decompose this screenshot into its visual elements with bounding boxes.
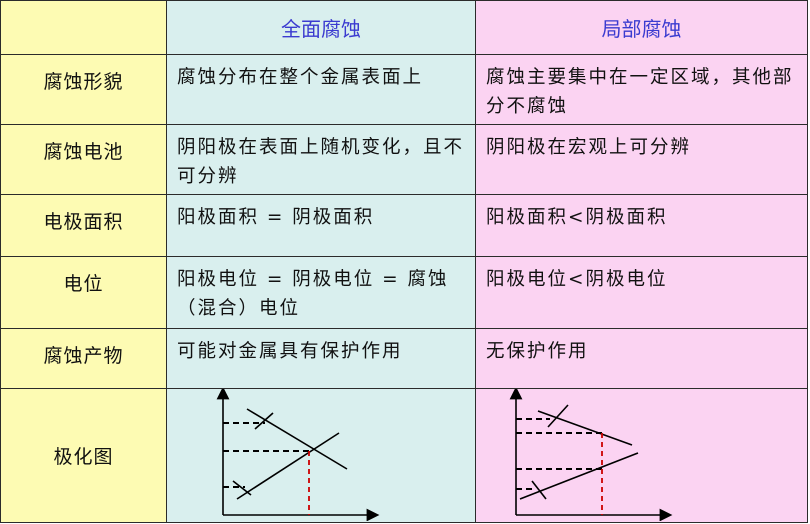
uniform-cell: 阴阳极在表面上随机变化，且不可分辨: [166, 124, 476, 195]
header-corner: [0, 0, 167, 55]
anodic-curve: [519, 452, 639, 500]
row-label: 腐蚀电池: [0, 124, 167, 195]
header-local-corrosion: 局部腐蚀: [475, 0, 808, 55]
row-label: 腐蚀形貌: [0, 54, 167, 125]
uniform-cell: 阳极面积 = 阴极面积: [166, 194, 476, 257]
local-cell: 阳极电位<阴极电位: [475, 256, 808, 329]
local-cell: 阳极面积<阴极面积: [475, 194, 808, 257]
row-label: 电位: [0, 256, 167, 329]
local-cell: 无保护作用: [475, 328, 808, 389]
table-row: 腐蚀形貌 腐蚀分布在整个金属表面上 腐蚀主要集中在一定区域，其他部分不腐蚀: [0, 54, 808, 125]
uniform-polarization-diagram: [166, 388, 476, 523]
local-polarization-svg: [509, 389, 673, 521]
table-row: 腐蚀产物 可能对金属具有保护作用 无保护作用: [0, 328, 808, 389]
anodic-curve: [236, 432, 340, 500]
header-row: 全面腐蚀 局部腐蚀: [0, 0, 808, 55]
uniform-cell: 阳极电位 = 阴极电位 = 腐蚀（混合）电位: [166, 256, 476, 329]
local-polarization-diagram: [475, 388, 808, 523]
row-label: 电极面积: [0, 194, 167, 257]
uniform-polarization-svg: [216, 389, 380, 521]
header-uniform-corrosion: 全面腐蚀: [166, 0, 476, 55]
uniform-cell: 可能对金属具有保护作用: [166, 328, 476, 389]
table-row: 电极面积 阳极面积 = 阴极面积 阳极面积<阴极面积: [0, 194, 808, 257]
table-row: 电位 阳极电位 = 阴极电位 = 腐蚀（混合）电位 阳极电位<阴极电位: [0, 256, 808, 329]
row-label: 极化图: [0, 388, 167, 523]
local-cell: 阴阳极在宏观上可分辨: [475, 124, 808, 195]
local-cell: 腐蚀主要集中在一定区域，其他部分不腐蚀: [475, 54, 808, 125]
comparison-table: 全面腐蚀 局部腐蚀 腐蚀形貌 腐蚀分布在整个金属表面上 腐蚀主要集中在一定区域，…: [0, 0, 808, 523]
table-row: 腐蚀电池 阴阳极在表面上随机变化，且不可分辨 阴阳极在宏观上可分辨: [0, 124, 808, 195]
cathodic-curve: [537, 410, 633, 446]
uniform-cell: 腐蚀分布在整个金属表面上: [166, 54, 476, 125]
table-row: 极化图: [0, 388, 808, 523]
row-label: 腐蚀产物: [0, 328, 167, 389]
